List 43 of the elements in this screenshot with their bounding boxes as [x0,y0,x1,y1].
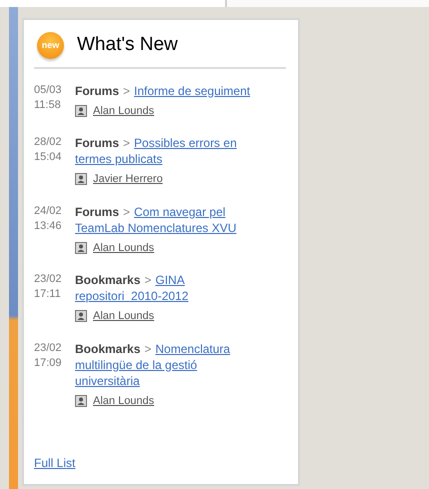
entry-link[interactable]: Com navegar pel [134,204,226,220]
new-badge-icon: new [37,32,64,59]
entry-module: Forums [75,135,120,151]
entry-time: 15:04 [34,150,63,165]
entry-module: Forums [75,204,120,220]
full-list-link[interactable]: Full List [34,456,76,470]
user-icon [75,173,87,186]
entry-link[interactable]: repositori 2010-2012 [75,288,188,304]
entry-time: 11:58 [34,98,62,112]
separator-text: > [144,272,152,288]
entry-module: Bookmarks [75,340,140,356]
entry-link[interactable]: TeamLab Nomenclatures XVU [75,220,236,236]
entry-date: 28/02 [34,135,63,150]
entry-time: 13:46 [34,218,63,234]
entry-time: 17:09 [34,356,63,370]
separator-text: > [123,135,130,151]
user-icon [75,310,87,322]
separator-text: > [123,82,130,98]
entry-link[interactable]: Informe de seguiment [134,82,250,98]
author-link[interactable]: Alan Lounds [93,392,154,409]
entry-link[interactable]: termes publicats [75,151,162,167]
author-link[interactable]: Javier Herrero [93,171,163,188]
entry-date: 23/02 [34,272,63,287]
user-icon [75,104,87,117]
separator-text: > [144,340,152,356]
author-link[interactable]: Alan Lounds [93,240,154,256]
author-link[interactable]: Alan Lounds [93,102,154,119]
user-icon [75,242,87,254]
author-link[interactable]: Alan Lounds [93,308,154,324]
entry-module: Forums [75,82,120,98]
widget-title: What's New [77,33,178,57]
entry-link[interactable]: multilingüe de la gestió [75,356,198,372]
entry-link[interactable]: Nomenclatura [155,340,230,356]
entry-module: Bookmarks [75,272,140,288]
entry-link[interactable]: Possibles errors en [134,135,237,151]
entry-time: 17:11 [34,287,62,302]
entry-date: 23/02 [34,340,63,356]
entry-date: 24/02 [34,204,63,218]
user-icon [75,394,87,407]
entry-date: 05/03 [34,82,63,98]
entry-link[interactable]: universitària [75,372,140,388]
separator-text: > [123,204,130,220]
entry-link[interactable]: GINA [155,272,185,288]
